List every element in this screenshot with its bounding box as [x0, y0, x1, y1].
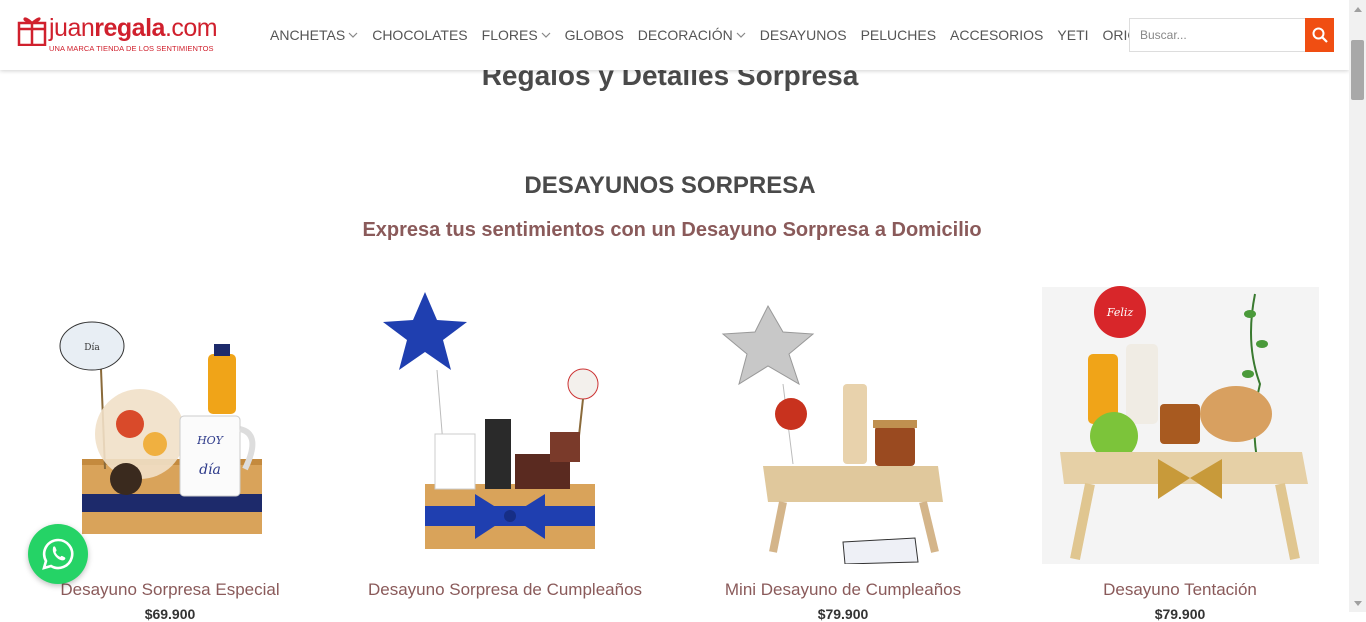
nav-item-chocolates[interactable]: CHOCOLATES [372, 27, 467, 43]
nav-item-flores[interactable]: FLORES [482, 27, 551, 43]
chevron-down-icon [736, 32, 746, 38]
nav-item-decoracion[interactable]: DECORACIÓN [638, 27, 746, 43]
nav-item-yeti[interactable]: YETI [1057, 27, 1088, 43]
product-image[interactable] [365, 284, 645, 564]
product-price: $79.900 [1154, 606, 1206, 622]
nav-item-anchetas[interactable]: ANCHETAS [270, 27, 358, 43]
product-card[interactable]: Mini Desayuno de Cumpleaños $79.900 [703, 284, 983, 622]
logo-tagline: UNA MARCA TIENDA DE LOS SENTIMIENTOS [49, 44, 214, 53]
section-title: DESAYUNOS SORPRESA [524, 172, 816, 199]
product-image[interactable] [703, 284, 983, 564]
section-subtitle: Expresa tus sentimientos con un Desayuno… [362, 219, 982, 241]
nav-item-peluches[interactable]: PELUCHES [861, 27, 936, 43]
product-image[interactable]: Feliz [1040, 284, 1320, 564]
chevron-down-icon [348, 32, 358, 38]
page-scrollbar[interactable] [1349, 0, 1366, 612]
product-image[interactable]: Día HOY día [30, 284, 310, 564]
svg-text:HOY: HOY [196, 434, 225, 447]
nav-item-desayunos[interactable]: DESAYUNOS [760, 27, 847, 43]
search-button[interactable] [1305, 18, 1334, 52]
svg-text:Feliz: Feliz [1106, 306, 1134, 319]
nav-item-accesorios[interactable]: ACCESORIOS [950, 27, 1043, 43]
product-name[interactable]: Mini Desayuno de Cumpleaños [703, 580, 983, 600]
product-card[interactable]: Desayuno Sorpresa de Cumpleaños [365, 284, 645, 614]
product-name[interactable]: Desayuno Sorpresa de Cumpleaños [365, 580, 645, 600]
product-price: $79.900 [817, 606, 869, 622]
product-name[interactable]: Desayuno Sorpresa Especial [30, 580, 310, 600]
scroll-up-arrow[interactable] [1349, 0, 1366, 17]
site-logo[interactable]: juanregala.com UNA MARCA TIENDA DE LOS S… [17, 10, 218, 58]
product-name[interactable]: Desayuno Tentación [1040, 580, 1320, 600]
search-input[interactable] [1130, 19, 1305, 51]
scroll-thumb[interactable] [1351, 40, 1364, 100]
search-icon [1312, 27, 1328, 43]
site-header: juanregala.com UNA MARCA TIENDA DE LOS S… [0, 0, 1349, 70]
whatsapp-button[interactable] [28, 524, 88, 584]
whatsapp-icon [42, 538, 74, 570]
svg-text:Día: Día [84, 342, 100, 353]
gift-icon [17, 17, 47, 46]
search-box [1129, 18, 1334, 52]
main-nav: ANCHETAS CHOCOLATES FLORES GLOBOS DECORA… [270, 25, 1196, 45]
chevron-down-icon [541, 32, 551, 38]
scroll-down-arrow[interactable] [1349, 595, 1366, 612]
product-card[interactable]: Feliz Desayuno Tentación $79.900 [1040, 284, 1320, 622]
product-price: $69.900 [144, 606, 196, 622]
nav-item-globos[interactable]: GLOBOS [565, 27, 624, 43]
logo-wordmark: juanregala.com [49, 14, 218, 42]
svg-text:día: día [199, 462, 221, 478]
